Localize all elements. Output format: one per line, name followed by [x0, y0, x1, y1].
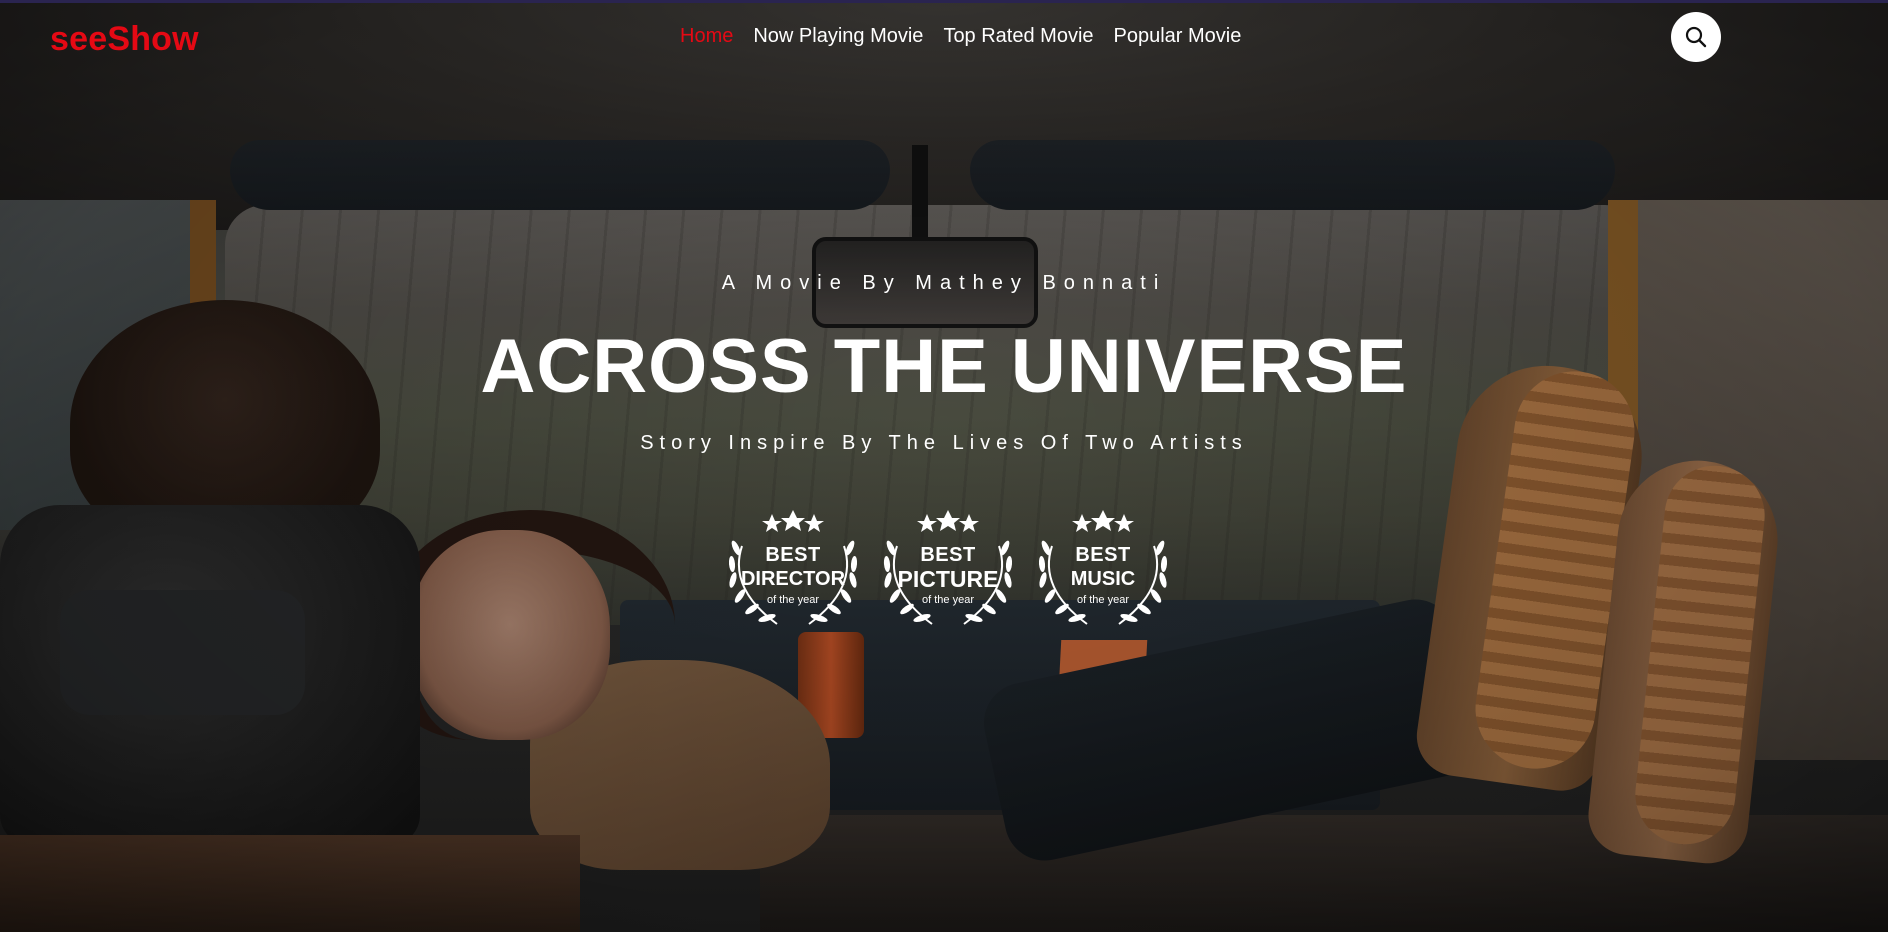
top-border: [0, 0, 1888, 3]
main-nav: Home Now Playing Movie Top Rated Movie P…: [680, 25, 1241, 48]
award-label-subtitle: of the year: [922, 594, 974, 606]
award-label-subtitle: of the year: [767, 594, 819, 606]
award-badge: BEST PICTURE of the year: [877, 508, 1019, 632]
nav-now-playing[interactable]: Now Playing Movie: [753, 25, 923, 48]
award-label-best: BEST: [1075, 544, 1131, 566]
award-label-category: DIRECTOR: [740, 568, 846, 590]
movie-tagline: Story Inspire By The Lives Of Two Artist…: [640, 432, 1248, 454]
award-label-best: BEST: [920, 544, 976, 566]
site-logo[interactable]: seeShow: [50, 20, 199, 59]
award-label-best: BEST: [765, 544, 821, 566]
award-badge: BEST MUSIC of the year: [1032, 508, 1174, 632]
movie-byline: A Movie By Mathey Bonnati: [721, 272, 1167, 294]
award-label-subtitle: of the year: [1077, 594, 1129, 606]
search-icon: [1685, 26, 1707, 48]
awards-row: BEST DIRECTOR of the year BEST PICTURE o…: [722, 508, 1174, 632]
movie-title: ACROSS THE UNIVERSE: [480, 324, 1408, 409]
award-label-category: PICTURE: [897, 566, 999, 592]
search-button[interactable]: [1671, 12, 1721, 62]
dark-overlay: [0, 0, 1888, 932]
award-badge: BEST DIRECTOR of the year: [722, 508, 864, 632]
hero-background-image: [0, 0, 1888, 932]
nav-top-rated[interactable]: Top Rated Movie: [943, 25, 1093, 48]
nav-home[interactable]: Home: [680, 25, 733, 48]
award-label-category: MUSIC: [1070, 568, 1136, 590]
nav-popular[interactable]: Popular Movie: [1114, 25, 1242, 48]
